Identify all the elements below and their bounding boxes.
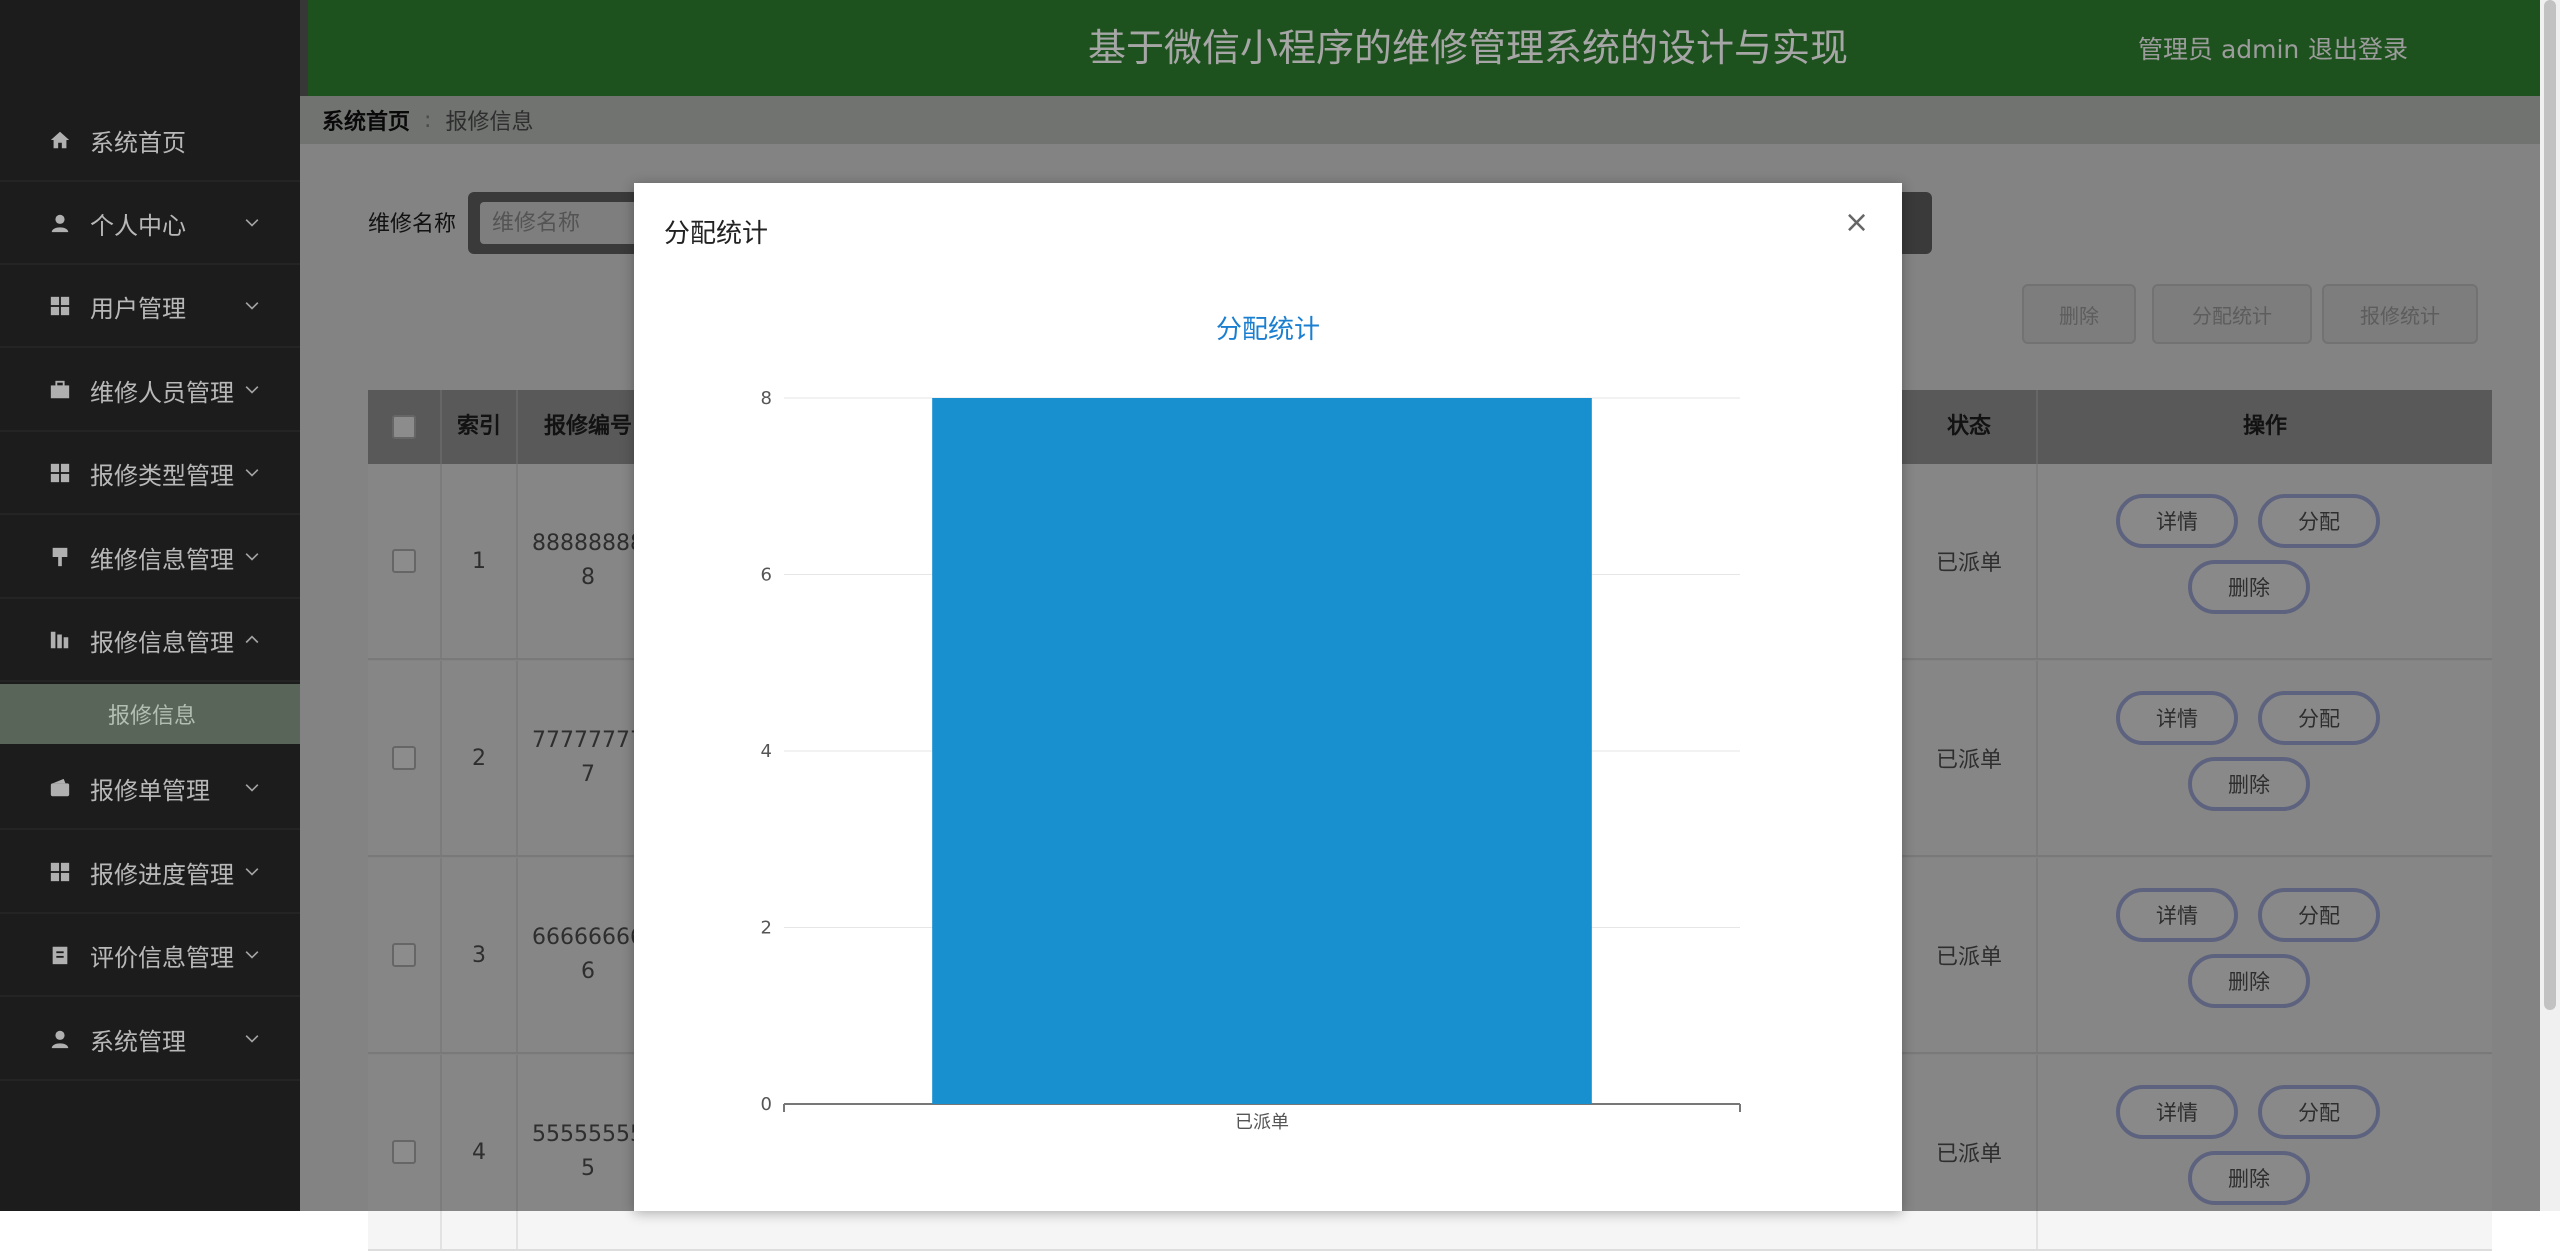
bar-0 [932, 398, 1592, 1104]
x-tick-label: 已派单 [1235, 1112, 1289, 1133]
assign-stats-modal: 分配统计 × 分配统计 0 2 4 6 8 已派单 [634, 183, 1902, 1211]
y-tick-label: 8 [761, 388, 772, 409]
y-tick-label: 2 [761, 918, 772, 939]
y-tick-label: 0 [761, 1094, 772, 1115]
sidebar-overlay [0, 0, 300, 1211]
scrollbar-thumb[interactable] [2544, 0, 2556, 1010]
page-scrollbar[interactable] [2540, 0, 2560, 1211]
header-overlay [300, 0, 2540, 96]
y-tick-label: 6 [761, 565, 772, 586]
y-tick-label: 4 [761, 741, 772, 762]
bar-chart: 0 2 4 6 8 已派单 [761, 388, 1741, 1133]
